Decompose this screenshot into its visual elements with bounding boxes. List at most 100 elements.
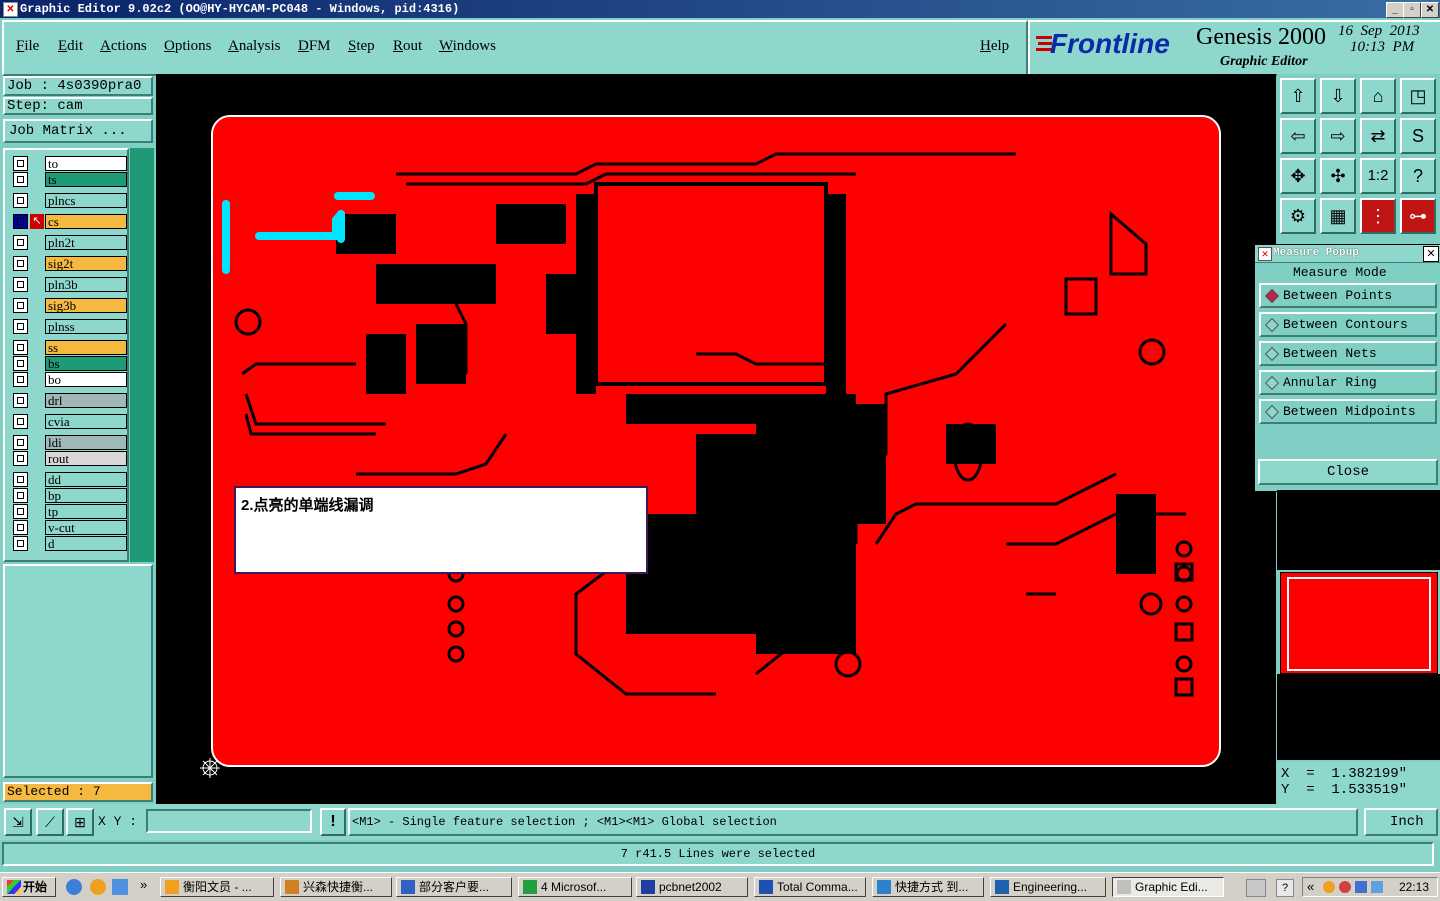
tray-volume-icon[interactable]: [1371, 881, 1383, 893]
layer-checkbox[interactable]: [13, 319, 28, 334]
menu-help[interactable]: Help: [980, 38, 1009, 55]
zoom-home-icon[interactable]: ⇄: [1360, 118, 1396, 154]
units-selector[interactable]: Inch: [1364, 808, 1438, 836]
menu-rout[interactable]: Rout: [393, 38, 422, 55]
menu-analysis[interactable]: Analysis: [228, 38, 281, 55]
layer-name[interactable]: pln3b: [45, 277, 127, 292]
overview-map[interactable]: [1280, 572, 1438, 674]
layer-checkbox[interactable]: [13, 277, 28, 292]
taskbar-item[interactable]: Graphic Edi...: [1112, 877, 1224, 897]
layer-name[interactable]: bo: [45, 372, 127, 387]
layer-checkbox[interactable]: [13, 256, 28, 271]
maximize-button[interactable]: ▫: [1403, 2, 1421, 18]
home-step-icon[interactable]: ⇧: [1280, 78, 1316, 114]
layer-checkbox[interactable]: [13, 193, 28, 208]
graphic-canvas[interactable]: 2.点亮的单端线漏调: [156, 74, 1276, 804]
layer-name[interactable]: pln2t: [45, 235, 127, 250]
layer-name[interactable]: dd: [45, 472, 127, 487]
measure-mode-icon[interactable]: ⟋: [36, 808, 64, 836]
menu-dfm[interactable]: DFM: [298, 38, 331, 55]
layer-name[interactable]: d: [45, 536, 127, 551]
layer-name[interactable]: cs: [45, 214, 127, 229]
layer-name[interactable]: tp: [45, 504, 127, 519]
layer-checkbox[interactable]: [13, 356, 28, 371]
net-connect-icon[interactable]: ⋮: [1360, 198, 1396, 234]
warning-icon[interactable]: !: [320, 808, 346, 836]
layer-checkbox[interactable]: [13, 414, 28, 429]
menu-file[interactable]: File: [16, 38, 39, 55]
layer-checkbox[interactable]: [13, 488, 28, 503]
layer-name[interactable]: v-cut: [45, 520, 127, 535]
layer-name[interactable]: bs: [45, 356, 127, 371]
measure-option-between-nets[interactable]: Between Nets: [1259, 341, 1437, 366]
measure-close-icon[interactable]: ✕: [1423, 246, 1439, 262]
measure-close-button[interactable]: Close: [1258, 459, 1438, 485]
layer-checkbox[interactable]: [13, 520, 28, 535]
tools-icon[interactable]: ⚙: [1280, 198, 1316, 234]
layer-checkbox[interactable]: [13, 451, 28, 466]
layer-name[interactable]: ss: [45, 340, 127, 355]
menu-step[interactable]: Step: [348, 38, 375, 55]
taskbar-item[interactable]: pcbnet2002: [636, 877, 748, 897]
taskbar-item[interactable]: Engineering...: [990, 877, 1106, 897]
taskbar-item[interactable]: 4 Microsof...: [518, 877, 632, 897]
layer-name[interactable]: sig2t: [45, 256, 127, 271]
layer-checkbox[interactable]: [13, 340, 28, 355]
layer-list-scrollbar[interactable]: [130, 148, 154, 562]
zoom-out-icon[interactable]: ✣: [1320, 158, 1356, 194]
pcb-board-view[interactable]: [156, 74, 1276, 804]
job-matrix-button[interactable]: Job Matrix ...: [3, 119, 153, 143]
layer-checkbox[interactable]: [13, 172, 28, 187]
start-button[interactable]: 开始: [2, 877, 56, 897]
zoom-in-icon[interactable]: ✥: [1280, 158, 1316, 194]
layer-name[interactable]: to: [45, 156, 127, 171]
taskbar-item[interactable]: 衡阳文员 - ...: [160, 877, 274, 897]
measure-option-between-points[interactable]: Between Points: [1259, 283, 1437, 308]
grid-icon[interactable]: ▦: [1320, 198, 1356, 234]
layer-checkbox[interactable]: [13, 472, 28, 487]
pan-left-icon[interactable]: ⇦: [1280, 118, 1316, 154]
layer-name[interactable]: ts: [45, 172, 127, 187]
layer-checkbox[interactable]: [13, 372, 28, 387]
layer-name[interactable]: bp: [45, 488, 127, 503]
layer-name[interactable]: drl: [45, 393, 127, 408]
down-step-icon[interactable]: ⇩: [1320, 78, 1356, 114]
measure-option-between-midpoints[interactable]: Between Midpoints: [1259, 399, 1437, 424]
layer-checkbox[interactable]: [13, 504, 28, 519]
menu-windows[interactable]: Windows: [439, 38, 496, 55]
taskbar-item[interactable]: 快捷方式 到...: [872, 877, 984, 897]
measure-option-between-contours[interactable]: Between Contours: [1259, 312, 1437, 337]
layer-name[interactable]: plncs: [45, 193, 127, 208]
layer-name[interactable]: rout: [45, 451, 127, 466]
layer-checkbox[interactable]: [13, 536, 28, 551]
keyboard-icon[interactable]: [1246, 879, 1266, 897]
tray-app-icon[interactable]: [1323, 881, 1335, 893]
menu-options[interactable]: Options: [164, 38, 212, 55]
close-window-button[interactable]: ✕: [1421, 2, 1439, 18]
layer-name[interactable]: sig3b: [45, 298, 127, 313]
taskbar-item[interactable]: 部分客户要...: [396, 877, 512, 897]
tray-security-icon[interactable]: [1339, 881, 1351, 893]
layer-checkbox[interactable]: [13, 393, 28, 408]
net-highlight-icon[interactable]: ⊶: [1400, 198, 1436, 234]
measure-option-annular-ring[interactable]: Annular Ring: [1259, 370, 1437, 395]
taskbar-item[interactable]: Total Comma...: [754, 877, 866, 897]
desktop-icon[interactable]: [112, 879, 128, 895]
layer-name[interactable]: ldi: [45, 435, 127, 450]
redraw-icon[interactable]: S: [1400, 118, 1436, 154]
ie-icon[interactable]: [66, 879, 82, 895]
tray-network-icon[interactable]: [1355, 881, 1367, 893]
layer-checkbox[interactable]: [13, 435, 28, 450]
panel-step-icon[interactable]: ⌂: [1360, 78, 1396, 114]
help-tray-icon[interactable]: ?: [1276, 879, 1294, 897]
layer-checkbox[interactable]: [13, 156, 28, 171]
menu-actions[interactable]: Actions: [100, 38, 147, 55]
pan-right-icon[interactable]: ⇨: [1320, 118, 1356, 154]
layer-checkbox[interactable]: [13, 235, 28, 250]
tray-expand-icon[interactable]: «: [1307, 879, 1314, 894]
quicklaunch-more-icon[interactable]: »: [140, 877, 147, 892]
layer-checkbox[interactable]: [13, 214, 28, 229]
xy-input[interactable]: [146, 809, 312, 833]
zoom-1to2-icon[interactable]: 1:2: [1360, 158, 1396, 194]
help-icon[interactable]: ?: [1400, 158, 1436, 194]
